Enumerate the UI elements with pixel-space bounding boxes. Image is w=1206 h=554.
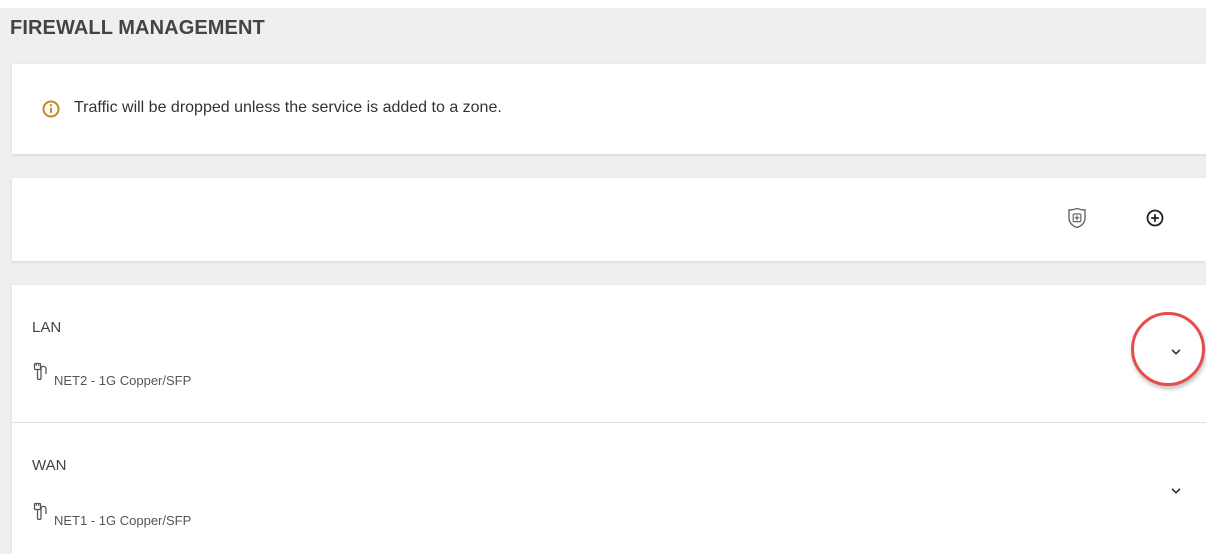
expand-zone-wan-button[interactable] (1164, 479, 1188, 503)
toolbar-card (12, 178, 1206, 261)
info-icon (42, 100, 60, 118)
add-button[interactable] (1140, 203, 1170, 233)
zone-row-wan[interactable] (12, 423, 1206, 554)
page-title: FIREWALL MANAGEMENT (10, 17, 265, 39)
zone-row-lan[interactable] (12, 285, 1206, 422)
add-circle-icon (1146, 209, 1164, 227)
firewall-management-page: FIREWALL MANAGEMENT Traffic will be drop… (0, 0, 1206, 554)
ethernet-cable-icon (33, 502, 47, 521)
add-zone-button[interactable] (1062, 203, 1092, 233)
highlight-circle (1131, 312, 1205, 386)
zone-name-wan: WAN (32, 457, 67, 474)
zone-interface-lan: NET2 - 1G Copper/SFP (54, 373, 192, 388)
ethernet-cable-icon (33, 362, 47, 381)
chevron-down-icon (1171, 488, 1181, 494)
zone-interface-wan: NET1 - 1G Copper/SFP (54, 513, 192, 528)
shield-zone-icon (1068, 207, 1086, 229)
zone-name-lan: LAN (32, 319, 62, 336)
notice-text: Traffic will be dropped unless the servi… (74, 99, 502, 116)
